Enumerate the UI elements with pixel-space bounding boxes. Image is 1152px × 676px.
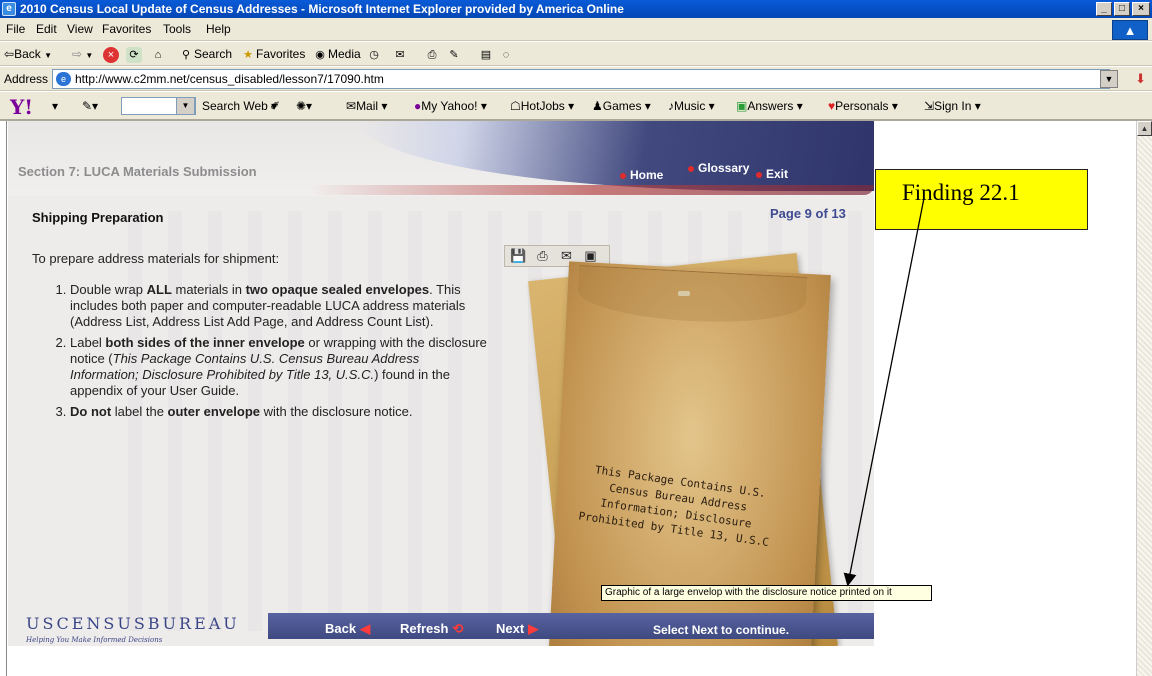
callout-arrow bbox=[843, 197, 925, 587]
